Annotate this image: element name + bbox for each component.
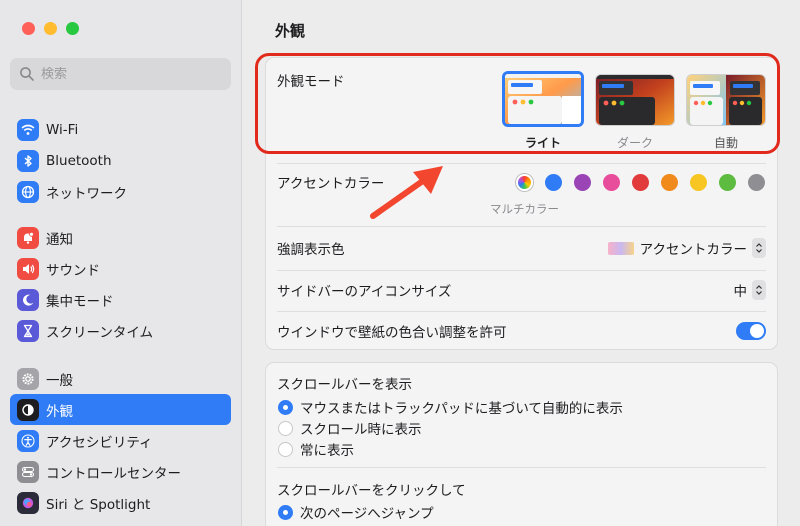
annotation-arrow-icon (370, 166, 443, 219)
sidebar-item-label: スクリーンタイム (46, 324, 154, 341)
sidebar-item-appearance[interactable]: 外観 (10, 394, 231, 425)
highlight-color-row: 強調表示色 アクセントカラー (266, 237, 777, 259)
show-scrollbars-label: スクロールバーを表示 (277, 377, 412, 393)
accent-purple-swatch[interactable] (574, 174, 591, 191)
hourglass-icon (17, 319, 39, 342)
zoom-window-button[interactable] (66, 22, 79, 35)
globe-icon (17, 180, 39, 203)
sidebar-item-label: Bluetooth (46, 152, 112, 169)
radio-button[interactable] (278, 504, 293, 520)
minimize-window-button[interactable] (44, 22, 57, 35)
search-input[interactable] (41, 66, 221, 82)
sidebar-item-label: 一般 (46, 372, 73, 389)
scrollbar-option-always[interactable]: 常に表示 (278, 439, 354, 459)
sidebar-icon-size-popup[interactable]: 中 (733, 280, 766, 300)
speaker-icon (17, 257, 39, 280)
sidebar-icon-size-value: 中 (733, 284, 748, 300)
gear-icon (17, 367, 39, 390)
sidebar-item-label: 集中モード (46, 293, 114, 310)
sidebar-item-sound[interactable]: サウンド (10, 253, 231, 284)
sidebar-item-wifi[interactable]: Wi-Fi (10, 114, 231, 145)
sidebar-item-label: Wi-Fi (46, 121, 79, 138)
highlight-color-label: 強調表示色 (277, 242, 345, 258)
sidebar-item-label: Siri と Spotlight (46, 496, 151, 513)
sidebar-item-label: アクセシビリティ (46, 434, 153, 451)
divider (277, 270, 766, 271)
sidebar-item-notifications[interactable]: 通知 (10, 222, 231, 253)
bluetooth-icon (17, 149, 39, 172)
annotation-highlight-box (255, 53, 780, 154)
accessibility-icon (17, 429, 39, 452)
click-option-next-page[interactable]: 次のページへジャンプ (278, 502, 434, 522)
sidebar-item-label: 外観 (46, 403, 73, 420)
close-window-button[interactable] (22, 22, 35, 35)
sidebar-item-bluetooth[interactable]: Bluetooth (10, 145, 231, 176)
sidebar-item-label: ネットワーク (46, 185, 127, 202)
radio-label: スクロール時に表示 (300, 422, 422, 438)
divider (277, 163, 766, 164)
sidebar-item-screen-time[interactable]: スクリーンタイム (10, 315, 231, 346)
control-center-icon (17, 460, 39, 483)
divider (277, 467, 766, 468)
highlight-color-swatch (607, 241, 634, 255)
sidebar-item-label: 通知 (46, 231, 73, 248)
highlight-color-value: アクセントカラー (639, 242, 747, 258)
show-scrollbars-row: スクロールバーを表示 (266, 373, 777, 393)
accent-selected-caption: マルチカラー (490, 202, 559, 216)
sidebar-group-notifications: 通知 サウンド 集中モード スクリーンタイム (10, 222, 231, 346)
wifi-icon (17, 118, 39, 141)
divider (277, 311, 766, 312)
sidebar-item-control-center[interactable]: コントロールセンター (10, 456, 231, 487)
radio-button[interactable] (278, 399, 293, 415)
accent-blue-swatch[interactable] (545, 174, 562, 191)
divider (277, 226, 766, 227)
window-controls (22, 22, 79, 35)
sidebar-item-label: コントロールセンター (46, 465, 181, 482)
sidebar-item-label: サウンド (46, 262, 100, 279)
wallpaper-tinting-toggle[interactable] (736, 322, 766, 340)
accent-red-swatch[interactable] (632, 174, 649, 191)
radio-button[interactable] (278, 420, 293, 436)
sidebar-group-network: Wi-Fi Bluetooth ネットワーク (10, 114, 231, 207)
wallpaper-tinting-label: ウインドウで壁紙の色合い調整を許可 (277, 325, 507, 341)
page-title: 外観 (275, 22, 306, 40)
sidebar-item-focus[interactable]: 集中モード (10, 284, 231, 315)
radio-button[interactable] (278, 441, 293, 457)
sidebar-item-general[interactable]: 一般 (10, 363, 231, 394)
sidebar-item-accessibility[interactable]: アクセシビリティ (10, 425, 231, 456)
search-icon (20, 67, 34, 81)
accent-multicolor-swatch[interactable] (516, 174, 533, 191)
wallpaper-tinting-row: ウインドウで壁紙の色合い調整を許可 (266, 320, 777, 342)
scrollbar-settings-card: スクロールバーを表示 マウスまたはトラックパッドに基づいて自動的に表示 スクロー… (265, 362, 778, 526)
sidebar-item-network[interactable]: ネットワーク (10, 176, 231, 207)
click-scrollbar-label: スクロールバーをクリックして (277, 483, 466, 499)
scrollbar-option-when-scrolling[interactable]: スクロール時に表示 (278, 418, 422, 438)
sidebar-icon-size-label: サイドバーのアイコンサイズ (277, 284, 452, 300)
siri-icon (17, 491, 39, 514)
accent-yellow-swatch[interactable] (690, 174, 707, 191)
appearance-icon (17, 398, 39, 421)
chevron-updown-icon (752, 238, 766, 258)
sidebar-group-general: 一般 外観 アクセシビリティ コントロールセンター Siri と Spotlig… (10, 363, 231, 518)
radio-label: 次のページへジャンプ (300, 506, 434, 522)
accent-green-swatch[interactable] (719, 174, 736, 191)
click-scrollbar-row: スクロールバーをクリックして (266, 479, 777, 499)
accent-color-swatches (516, 174, 776, 192)
moon-icon (17, 288, 39, 311)
bell-icon (17, 226, 39, 249)
chevron-updown-icon (752, 280, 766, 300)
accent-orange-swatch[interactable] (661, 174, 678, 191)
accent-pink-swatch[interactable] (603, 174, 620, 191)
sidebar: Wi-Fi Bluetooth ネットワーク 通知 サウンド (0, 0, 242, 526)
highlight-color-popup[interactable]: アクセントカラー (607, 238, 766, 258)
search-field[interactable] (10, 58, 231, 90)
sidebar-item-siri-spotlight[interactable]: Siri と Spotlight (10, 487, 231, 518)
accent-graphite-swatch[interactable] (748, 174, 765, 191)
scrollbar-option-auto[interactable]: マウスまたはトラックパッドに基づいて自動的に表示 (278, 397, 623, 417)
sidebar-icon-size-row: サイドバーのアイコンサイズ 中 (266, 279, 777, 301)
radio-label: 常に表示 (300, 443, 354, 459)
radio-label: マウスまたはトラックパッドに基づいて自動的に表示 (300, 401, 623, 417)
